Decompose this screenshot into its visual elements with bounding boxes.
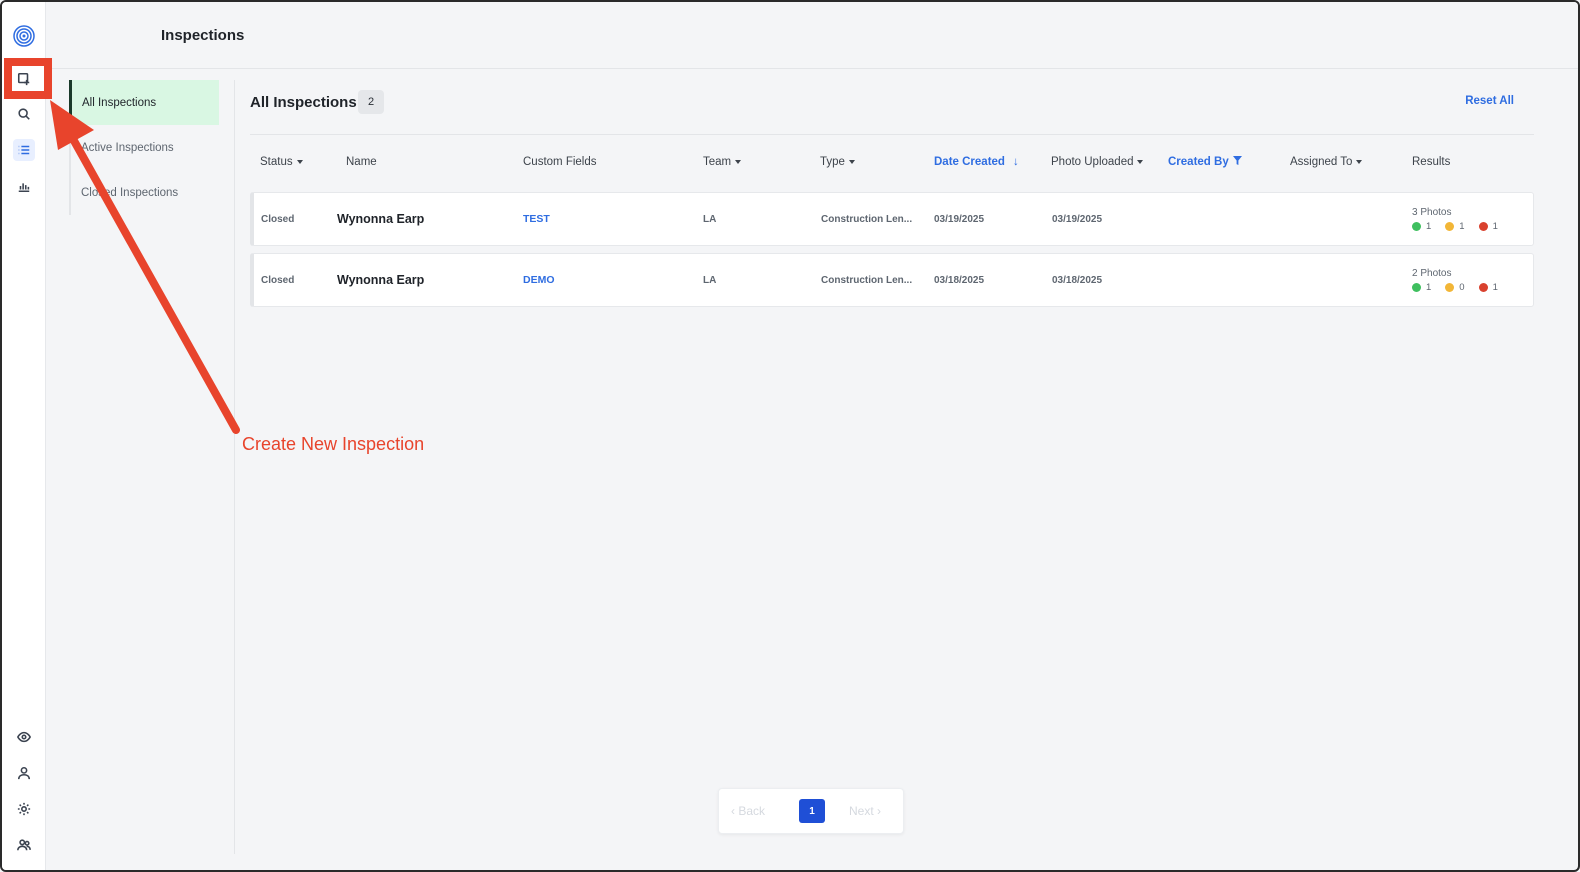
logo-icon[interactable]: [12, 24, 36, 48]
vertical-divider: [234, 80, 235, 854]
gear-icon[interactable]: [13, 798, 35, 820]
column-photo-uploaded[interactable]: Photo Uploaded: [1051, 156, 1144, 168]
row-date-created: 03/18/2025: [934, 274, 985, 286]
filter-icon: [1232, 156, 1242, 168]
top-header: Inspections: [46, 2, 1578, 69]
inspections-subnav: All Inspections Active Inspections Close…: [69, 80, 219, 215]
row-results: 2 Photos 1 0 1: [1412, 254, 1498, 306]
photo-count: 2 Photos: [1412, 267, 1452, 279]
sort-down-arrow-icon: ↓: [1012, 156, 1019, 168]
chart-icon[interactable]: [13, 175, 35, 197]
table-row[interactable]: Closed Wynonna Earp TEST LA Construction…: [250, 192, 1534, 246]
caret-down-icon: [1356, 159, 1363, 164]
column-status[interactable]: Status: [260, 156, 303, 168]
caret-down-icon: [735, 159, 742, 164]
page-title: Inspections: [161, 27, 245, 44]
row-status: Closed: [261, 213, 295, 225]
table-header: Status Name Custom Fields Team Type Date…: [250, 152, 1534, 174]
pagination: ‹ Back 1 Next ›: [718, 788, 904, 834]
eye-icon[interactable]: [13, 726, 35, 748]
list-icon[interactable]: [13, 139, 35, 161]
column-date-created[interactable]: Date Created ↓: [934, 156, 1019, 168]
subnav-item-closed-inspections[interactable]: Closed Inspections: [69, 170, 219, 215]
row-photo-uploaded: 03/18/2025: [1052, 274, 1103, 286]
caret-down-icon: [848, 159, 855, 164]
red-result: 1: [1478, 221, 1498, 232]
app-window: Inspections All Inspections Active Inspe…: [0, 0, 1580, 872]
annotation-label: Create New Inspection: [242, 434, 425, 454]
yellow-result: 0: [1445, 282, 1465, 293]
column-name: Name: [346, 156, 377, 168]
column-results: Results: [1412, 156, 1451, 168]
row-type: Construction Len...: [821, 274, 913, 286]
user-icon[interactable]: [13, 762, 35, 784]
row-results: 3 Photos 1 1 1: [1412, 193, 1498, 245]
back-button[interactable]: ‹ Back: [731, 804, 765, 818]
green-result: 1: [1412, 282, 1431, 293]
photo-count: 3 Photos: [1412, 206, 1452, 218]
column-type[interactable]: Type: [820, 156, 855, 168]
icon-rail: [2, 2, 46, 870]
highlight-box: [4, 58, 52, 99]
list-heading: All Inspections: [250, 94, 357, 111]
column-team[interactable]: Team: [703, 156, 742, 168]
row-photo-uploaded: 03/19/2025: [1052, 213, 1103, 225]
count-badge: 2: [358, 90, 384, 114]
row-team: LA: [703, 213, 717, 225]
row-team: LA: [703, 274, 717, 286]
subnav-item-all-inspections[interactable]: All Inspections: [69, 80, 219, 125]
row-name: Wynonna Earp: [337, 273, 425, 287]
green-result: 1: [1412, 221, 1431, 232]
reset-all-button[interactable]: Reset All: [1465, 95, 1514, 107]
row-custom-field[interactable]: TEST: [523, 193, 550, 245]
yellow-result: 1: [1445, 221, 1465, 232]
row-status: Closed: [261, 274, 295, 286]
page-1-button[interactable]: 1: [799, 799, 825, 823]
table-row[interactable]: Closed Wynonna Earp DEMO LA Construction…: [250, 253, 1534, 307]
next-button[interactable]: Next ›: [849, 804, 881, 818]
subnav-item-active-inspections[interactable]: Active Inspections: [69, 125, 219, 170]
list-header: All Inspections 2 Reset All: [250, 90, 1534, 135]
row-name: Wynonna Earp: [337, 212, 425, 226]
column-custom-fields: Custom Fields: [523, 156, 597, 168]
row-type: Construction Len...: [821, 213, 913, 225]
search-icon[interactable]: [13, 103, 35, 125]
red-result: 1: [1478, 282, 1498, 293]
column-created-by[interactable]: Created By: [1168, 156, 1242, 168]
row-custom-field[interactable]: DEMO: [523, 254, 555, 306]
team-icon[interactable]: [13, 834, 35, 856]
caret-down-icon: [296, 159, 303, 164]
column-assigned-to[interactable]: Assigned To: [1290, 156, 1363, 168]
row-date-created: 03/19/2025: [934, 213, 985, 225]
caret-down-icon: [1137, 159, 1144, 164]
